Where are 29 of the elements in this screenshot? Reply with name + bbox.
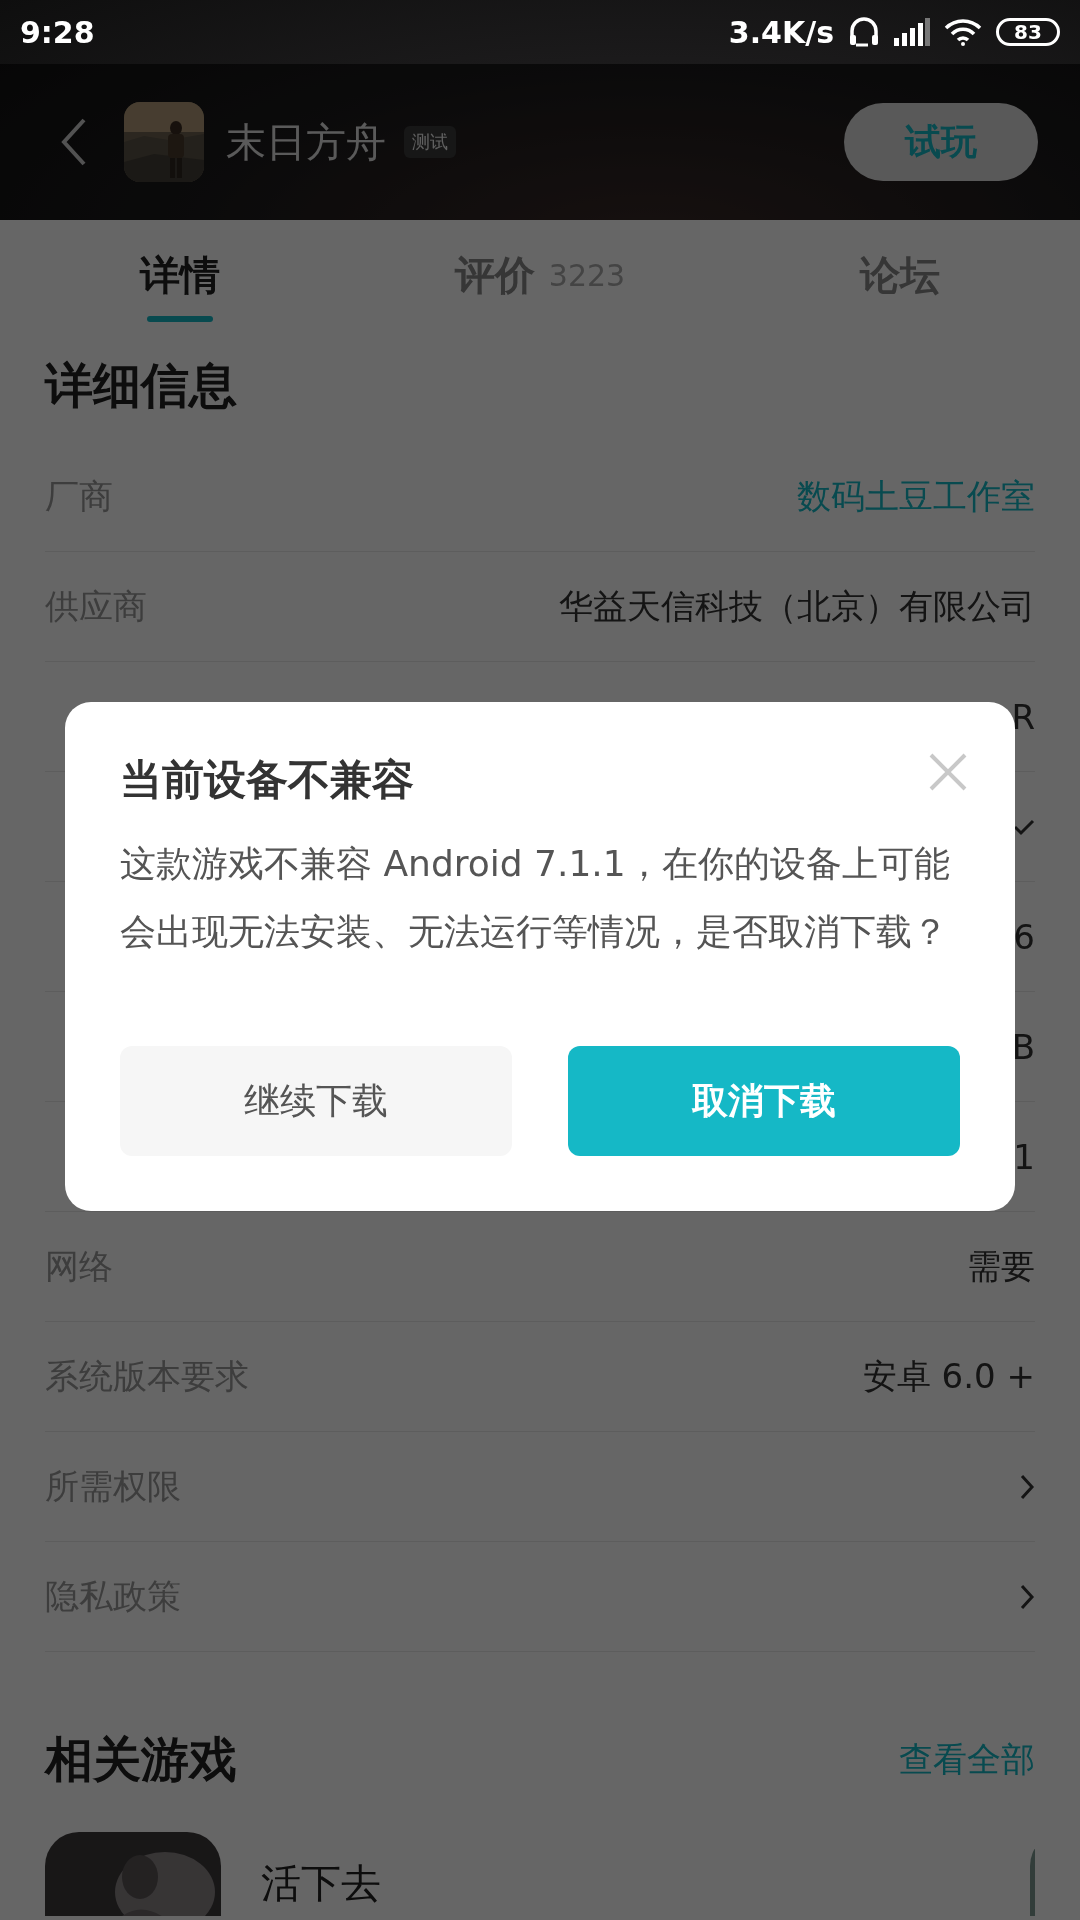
cancel-download-button[interactable]: 取消下载 (568, 1046, 960, 1156)
view-all-link[interactable]: 查看全部 (899, 1737, 1035, 1783)
info-value: 华益天信科技（北京）有限公司 (559, 584, 1035, 628)
info-value: 6 (1013, 916, 1035, 957)
signal-icon (894, 18, 930, 46)
dialog-message: 这款游戏不兼容 Android 7.1.1，在你的设备上可能会出现无法安装、无法运行等情况，是否取消下载？ (120, 842, 951, 954)
continue-download-button[interactable]: 继续下载 (120, 1046, 512, 1156)
info-value: 1 (1013, 1136, 1035, 1177)
dialog-title: 当前设备不兼容 (120, 754, 414, 806)
test-tag: 测试 (404, 126, 456, 158)
back-icon[interactable] (60, 117, 88, 167)
game-title[interactable]: 活下去 (261, 1856, 381, 1911)
info-value: 安卓 6.0 + (862, 1354, 1035, 1398)
chevron-right-icon[interactable] (1019, 1472, 1035, 1501)
headset-icon (848, 15, 880, 49)
tab[interactable]: 详情 (0, 220, 360, 330)
section-title: 相关游戏 (45, 1730, 237, 1789)
info-value: B (1011, 1026, 1035, 1067)
section-title: 详细信息 (45, 356, 238, 415)
network-speed: 3.4K/s (728, 14, 834, 50)
info-value: 需要 (967, 1244, 1035, 1288)
try-button[interactable]: 试玩 (844, 103, 1038, 181)
wifi-icon (944, 18, 982, 46)
app-title: 末日方舟 (226, 117, 386, 167)
check-icon (1013, 817, 1035, 836)
chevron-right-icon[interactable] (1019, 1582, 1035, 1611)
clock: 9:28 (20, 14, 95, 50)
developer-link[interactable]: 数码土豆工作室 (797, 473, 1035, 520)
info-value: R (1011, 696, 1035, 737)
